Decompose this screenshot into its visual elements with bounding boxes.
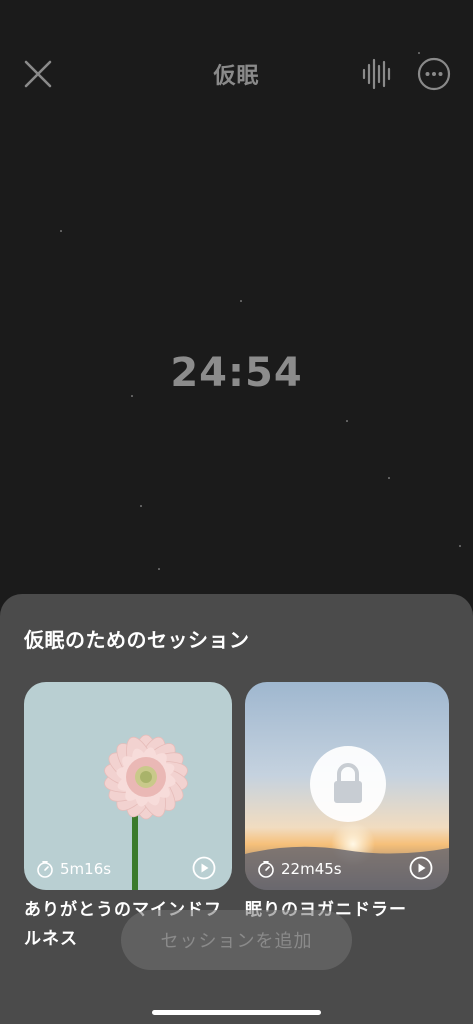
timer-icon [37, 861, 53, 878]
duration-badge: 22m45s [257, 860, 342, 878]
play-icon[interactable] [192, 856, 216, 880]
session-card-mindfulness[interactable]: 5m16s [24, 682, 232, 890]
more-options-button[interactable] [416, 56, 452, 92]
duration-text: 5m16s [60, 860, 112, 878]
countdown-timer: 24:54 [170, 350, 303, 396]
top-bar: 仮眠 [0, 48, 473, 100]
session-card-yoga-nidra[interactable]: 22m45s [245, 682, 449, 890]
sound-button[interactable] [358, 56, 396, 92]
page-title: 仮眠 [213, 64, 260, 89]
duration-badge: 5m16s [36, 860, 111, 878]
more-options-icon [417, 57, 451, 91]
duration-text: 22m45s [281, 860, 342, 878]
play-icon[interactable] [409, 856, 433, 880]
sheet-title: 仮眠のためのセッション [24, 628, 250, 652]
add-session-button[interactable]: セッションを追加 [121, 910, 352, 970]
timer-icon [258, 861, 274, 878]
home-indicator[interactable] [152, 1010, 321, 1015]
sound-wave-icon [362, 58, 391, 90]
sessions-sheet: 仮眠のためのセッション 5m16s 22m45s ありがとうのマインドフルネス … [0, 594, 473, 1024]
